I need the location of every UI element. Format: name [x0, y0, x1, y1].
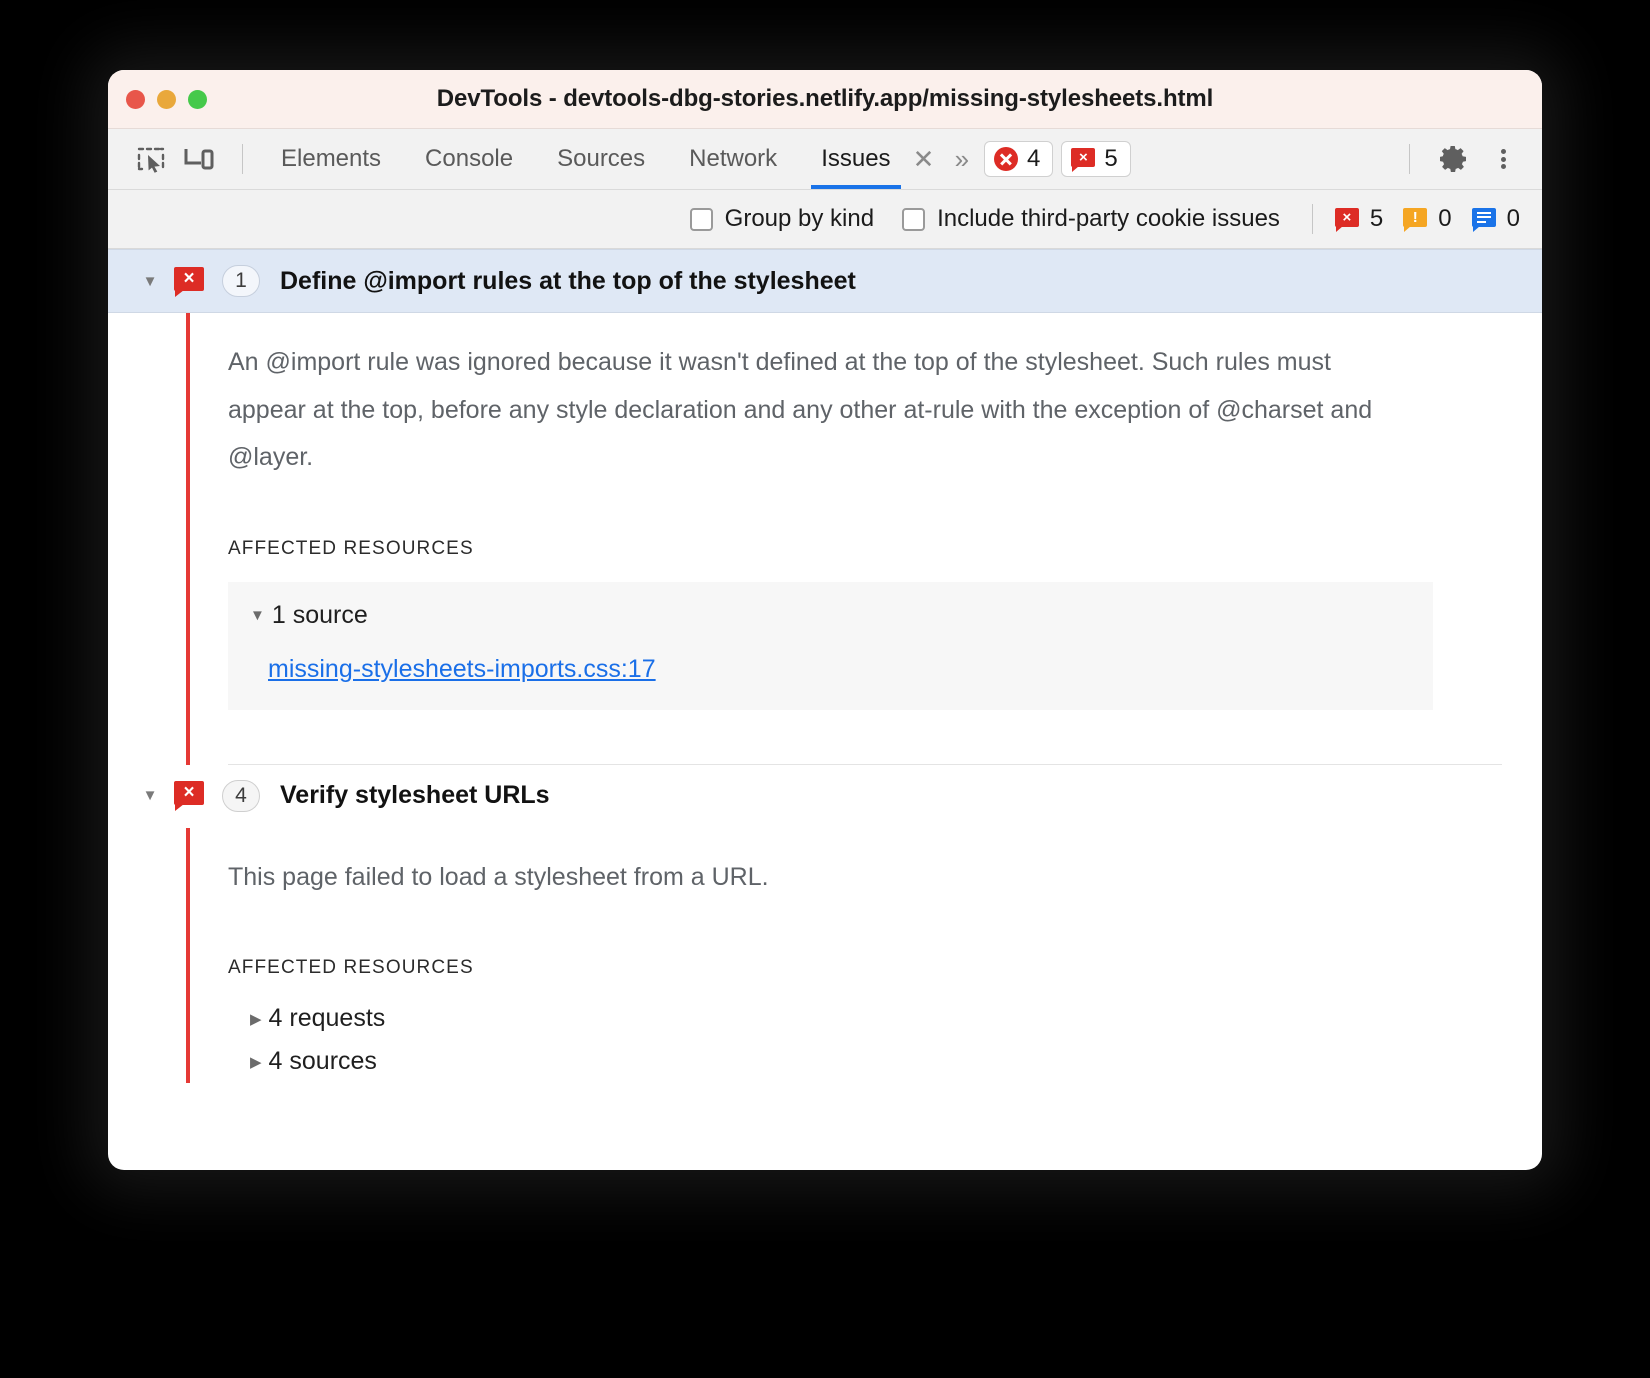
issue-row-header-import-rules[interactable]: ▼ × 1 Define @import rules at the top of… [108, 249, 1542, 313]
issue-description: This page failed to load a stylesheet fr… [228, 854, 1408, 902]
info-count-group: 0 [1472, 205, 1520, 233]
issue-body-verify-urls: This page failed to load a stylesheet fr… [108, 828, 1542, 1084]
console-error-count: 4 [1027, 145, 1040, 173]
filterbar-divider [1312, 204, 1313, 234]
devtools-window: DevTools - devtools-dbg-stories.netlify.… [108, 70, 1542, 1170]
screenshot-stage: DevTools - devtools-dbg-stories.netlify.… [0, 0, 1650, 1378]
issues-count-button[interactable]: × 5 [1061, 141, 1130, 177]
affected-resources-label: AFFECTED RESOURCES [228, 957, 1502, 979]
tab-elements-label: Elements [281, 145, 381, 172]
issues-count: 5 [1104, 145, 1117, 173]
issue-section-divider [228, 764, 1502, 765]
include-third-party-checkbox[interactable] [902, 208, 925, 231]
group-by-kind-label: Group by kind [725, 205, 874, 233]
inspect-element-button[interactable] [130, 138, 172, 180]
devtools-panel-tabs: Elements Console Sources Network Issues … [259, 129, 976, 189]
issues-list: ▼ × 1 Define @import rules at the top of… [108, 249, 1542, 1115]
circle-x-icon [994, 147, 1018, 171]
resource-group-toggle-requests[interactable]: ▶ 4 requests [228, 997, 1502, 1040]
warning-bubble-icon: ! [1403, 208, 1427, 231]
issue-occurrence-count: 4 [222, 780, 260, 812]
error-count-group: × 5 [1335, 205, 1383, 233]
expand-collapse-icon[interactable]: ▼ [136, 273, 164, 290]
affected-source-link[interactable]: missing-stylesheets-imports.css:17 [268, 655, 1433, 684]
gear-icon [1436, 142, 1470, 176]
triangle-right-icon: ▶ [250, 1010, 262, 1028]
resource-group-toggle-sources[interactable]: ▶ 4 sources [228, 1040, 1502, 1083]
chevron-double-right-icon: » [955, 144, 966, 175]
close-icon: ✕ [913, 144, 935, 175]
tab-issues-label: Issues [821, 145, 890, 172]
info-bubble-icon [1472, 208, 1496, 231]
tab-elements[interactable]: Elements [259, 129, 403, 189]
error-bubble-x-icon: × [174, 781, 204, 810]
settings-button[interactable] [1430, 136, 1476, 182]
issue-title: Define @import rules at the top of the s… [280, 267, 856, 296]
warning-count-value: 0 [1438, 205, 1451, 233]
affected-resources-panel: ▼ 1 source missing-stylesheets-imports.c… [228, 582, 1433, 710]
device-toolbar-icon [184, 146, 214, 172]
tab-console-label: Console [425, 145, 513, 172]
error-bubble-icon: × [1335, 208, 1359, 231]
info-count-value: 0 [1507, 205, 1520, 233]
error-count-value: 5 [1370, 205, 1383, 233]
issue-title: Verify stylesheet URLs [280, 781, 550, 810]
toolbar-divider-2 [1409, 144, 1410, 174]
tab-sources-label: Sources [557, 145, 645, 172]
console-error-count-button[interactable]: 4 [984, 141, 1053, 177]
toolbar-right-group [1393, 136, 1526, 182]
issue-severity-rail [186, 313, 190, 765]
inspect-element-icon [137, 145, 165, 173]
group-by-kind-checkbox-row[interactable]: Group by kind [690, 205, 874, 233]
issues-filter-bar: Group by kind Include third-party cookie… [108, 190, 1542, 249]
kebab-menu-icon [1501, 147, 1506, 172]
more-options-button[interactable] [1480, 136, 1526, 182]
issue-occurrence-count: 1 [222, 265, 260, 297]
more-tabs-button[interactable]: » [945, 144, 976, 175]
expand-collapse-icon[interactable]: ▼ [136, 787, 164, 804]
affected-resources-rows: ▶ 4 requests ▶ 4 sources [228, 997, 1502, 1083]
include-third-party-label: Include third-party cookie issues [937, 205, 1280, 233]
window-title: DevTools - devtools-dbg-stories.netlify.… [108, 85, 1542, 113]
triangle-right-icon: ▶ [250, 1053, 262, 1071]
include-third-party-checkbox-row[interactable]: Include third-party cookie issues [902, 205, 1280, 233]
warning-count-group: ! 0 [1403, 205, 1451, 233]
device-toolbar-toggle-button[interactable] [178, 138, 220, 180]
group-by-kind-checkbox[interactable] [690, 208, 713, 231]
zoom-window-button[interactable] [188, 90, 207, 109]
toolbar-divider-1 [242, 144, 243, 174]
resource-group-toggle-sources[interactable]: ▼ 1 source [228, 598, 1433, 633]
error-bubble-x-icon: × [174, 267, 204, 296]
window-titlebar: DevTools - devtools-dbg-stories.netlify.… [108, 70, 1542, 129]
tab-sources[interactable]: Sources [535, 129, 667, 189]
affected-resources-label: AFFECTED RESOURCES [228, 538, 1502, 560]
issue-bubble-x-icon: × [1071, 148, 1095, 171]
resource-group-label: 4 sources [269, 1047, 377, 1076]
tab-network[interactable]: Network [667, 129, 799, 189]
tab-network-label: Network [689, 145, 777, 172]
resource-group-label: 1 source [272, 601, 368, 630]
issue-description: An @import rule was ignored because it w… [228, 339, 1408, 482]
minimize-window-button[interactable] [157, 90, 176, 109]
issue-row-header-verify-urls[interactable]: ▼ × 4 Verify stylesheet URLs [108, 765, 1542, 828]
resource-group-label: 4 requests [269, 1004, 386, 1033]
traffic-light-group [126, 70, 207, 128]
issue-body-import-rules: An @import rule was ignored because it w… [108, 313, 1542, 765]
triangle-down-icon: ▼ [250, 607, 265, 624]
tab-issues[interactable]: Issues [799, 129, 912, 189]
devtools-main-toolbar: Elements Console Sources Network Issues … [108, 129, 1542, 190]
tab-console[interactable]: Console [403, 129, 535, 189]
issue-severity-rail [186, 828, 190, 1084]
close-window-button[interactable] [126, 90, 145, 109]
